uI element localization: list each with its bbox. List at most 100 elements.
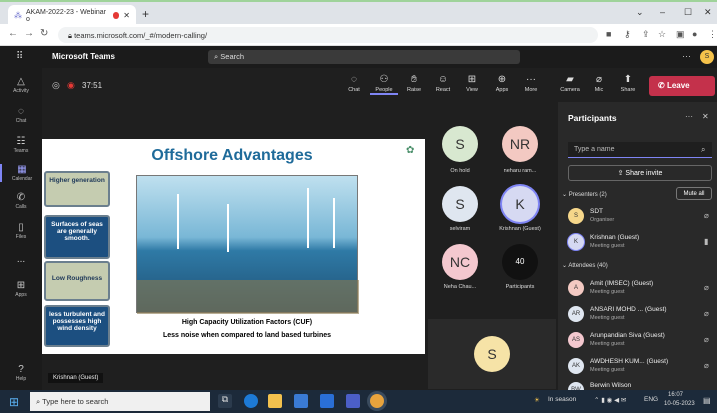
- share-icon[interactable]: ⇪: [642, 29, 650, 40]
- seabed-shape: [137, 280, 359, 314]
- camera-button[interactable]: ▰ Camera: [556, 74, 584, 93]
- new-tab-button[interactable]: +: [142, 7, 149, 21]
- close-window-button[interactable]: ✕: [704, 7, 712, 18]
- share-button[interactable]: ⬆ Share: [614, 74, 642, 93]
- react-button[interactable]: ☺ React: [429, 74, 457, 93]
- mute-all-button[interactable]: Mute all: [676, 187, 712, 200]
- participant-row[interactable]: AS Arunpandian Siva (Guest) Meeting gues…: [568, 330, 713, 354]
- app-launcher-icon[interactable]: ⠿: [16, 51, 23, 62]
- taskbar-time[interactable]: 16:07: [668, 392, 683, 398]
- rail-files[interactable]: ▯ Files: [0, 222, 42, 240]
- key-icon[interactable]: ⚷: [624, 29, 631, 40]
- bookmark-star-icon[interactable]: ☆: [658, 29, 666, 40]
- rail-label: Apps: [15, 292, 27, 298]
- chat-button[interactable]: ◌ Chat: [340, 74, 368, 93]
- menu-dots-icon[interactable]: ⋮: [708, 29, 717, 40]
- participant-row[interactable]: AR ANSARI MOHD ... (Guest) Meeting guest…: [568, 304, 713, 328]
- more-button[interactable]: ··· More: [517, 74, 545, 93]
- rail-calls[interactable]: ✆ Calls: [0, 192, 42, 210]
- participant-search-input[interactable]: Type a name: [568, 142, 712, 158]
- mail-icon[interactable]: [320, 394, 334, 408]
- participant-row-name: Krishnan (Guest): [590, 234, 640, 241]
- self-view: S: [428, 319, 556, 389]
- sidebar-icon[interactable]: ▣: [676, 29, 685, 40]
- chrome-icon[interactable]: [370, 394, 384, 408]
- teams-taskbar-icon[interactable]: [346, 394, 360, 408]
- recording-dot-icon: [112, 12, 120, 19]
- participant-row[interactable]: A Amit (IMSEC) (Guest) Meeting guest ⌀: [568, 278, 713, 302]
- rail-calendar[interactable]: ▦ Calendar: [0, 164, 42, 182]
- attendees-label: Attendees (40): [568, 263, 608, 269]
- edge-icon[interactable]: [244, 394, 258, 408]
- rail-help[interactable]: ? Help: [0, 364, 42, 382]
- mic-off-icon: ⌀: [595, 74, 603, 85]
- avatar: AS: [568, 332, 584, 348]
- participant-row-name: Berwin Wilson: [590, 382, 632, 389]
- browser-tab-strip: ⁂ AKAM-2022-23 - Webinar o ✕ + ⌄ – ☐ ✕: [0, 0, 717, 26]
- camera-indicator-icon[interactable]: ■: [606, 29, 611, 39]
- teams-search-input[interactable]: ⌕ Search: [208, 50, 520, 64]
- mic-button[interactable]: ⌀ Mic: [585, 74, 613, 93]
- participant-tile[interactable]: S: [442, 126, 478, 162]
- rail-teams[interactable]: ☷ Teams: [0, 136, 42, 154]
- rail-apps[interactable]: ⊞ Apps: [0, 280, 42, 298]
- store-icon[interactable]: [294, 394, 308, 408]
- participant-name: Krishnan (Guest): [499, 226, 541, 232]
- profile-icon[interactable]: ●: [692, 29, 697, 39]
- url-input[interactable]: 🔒︎ teams.microsoft.com/_#/modern-calling…: [58, 27, 598, 43]
- presenter-name-tag: Krishnan (Guest): [48, 373, 104, 383]
- rail-more[interactable]: ...: [0, 254, 42, 266]
- participant-row[interactable]: AK AWDHESH KUM... (Guest) Meeting guest …: [568, 356, 713, 380]
- presenters-header[interactable]: ⌄ Presenters (2): [562, 191, 607, 198]
- share-invite-label: Share invite: [625, 170, 663, 177]
- meeting-stage: Offshore Advantages ✿ Higher generation …: [42, 102, 558, 390]
- raise-hand-button[interactable]: ✋︎ Raise: [400, 74, 428, 93]
- task-view-icon[interactable]: ⧉: [218, 394, 232, 408]
- more-options-icon[interactable]: ···: [682, 51, 691, 61]
- apps-button[interactable]: ⊕ Apps: [488, 74, 516, 93]
- slide-title: Offshore Advantages: [151, 147, 313, 164]
- close-icon[interactable]: ✕: [702, 112, 709, 121]
- maximize-button[interactable]: ☐: [684, 7, 692, 18]
- rail-chat[interactable]: ◌ Chat: [0, 106, 42, 124]
- participant-tile[interactable]: K: [502, 186, 538, 222]
- file-explorer-icon[interactable]: [268, 394, 282, 408]
- participant-row-name: Amit (IMSEC) (Guest): [590, 280, 654, 287]
- minimize-button[interactable]: –: [660, 7, 665, 17]
- participant-row[interactable]: BW Berwin Wilson: [568, 380, 713, 390]
- language-indicator[interactable]: ENG: [644, 396, 658, 403]
- browser-tab[interactable]: ⁂ AKAM-2022-23 - Webinar o ✕: [8, 5, 136, 26]
- tray-icons[interactable]: ⌃ ▮ ◉ ◀ ✉: [594, 396, 626, 404]
- windows-start-icon[interactable]: ⊞: [9, 395, 19, 409]
- avatar: S: [568, 208, 584, 224]
- participant-tile[interactable]: S: [442, 186, 478, 222]
- address-bar-row: ← → ↻ 🔒︎ teams.microsoft.com/_#/modern-c…: [0, 24, 717, 46]
- participant-row[interactable]: K Krishnan (Guest) Meeting guest ▮: [568, 232, 713, 256]
- phone-icon: ✆: [16, 192, 26, 203]
- participant-count-tile[interactable]: 40: [502, 244, 538, 280]
- mic-on-icon: ▮: [704, 237, 709, 246]
- participant-tile[interactable]: NC: [442, 244, 478, 280]
- back-icon[interactable]: ←: [8, 28, 18, 39]
- attendees-header[interactable]: ⌄ Attendees (40): [562, 262, 608, 269]
- avatar: K: [568, 234, 584, 250]
- participant-tile[interactable]: NR: [502, 126, 538, 162]
- forward-icon[interactable]: →: [24, 28, 34, 39]
- user-avatar[interactable]: S: [700, 50, 714, 64]
- reload-icon[interactable]: ↻: [40, 28, 48, 39]
- more-options-icon[interactable]: ···: [685, 112, 693, 121]
- share-invite-button[interactable]: ⇪ Share invite: [568, 165, 712, 181]
- tab-search-icon[interactable]: ⌄: [636, 7, 644, 18]
- self-avatar: S: [474, 336, 510, 372]
- view-button[interactable]: ⊞ View: [458, 74, 486, 93]
- rail-activity[interactable]: △ Activity: [0, 76, 42, 94]
- weather-text[interactable]: In season: [548, 396, 576, 403]
- taskbar-search-input[interactable]: ⌕ Type here to search: [30, 392, 210, 411]
- participant-row[interactable]: S SDT Organiser ⌀: [568, 206, 713, 230]
- toolbar-label: People: [375, 87, 393, 93]
- leave-button[interactable]: ✆ Leave: [649, 76, 715, 96]
- notification-icon[interactable]: ▤: [703, 396, 711, 405]
- people-button[interactable]: ⚇ People: [370, 74, 398, 95]
- tab-close-icon[interactable]: ✕: [123, 11, 130, 20]
- taskbar-date[interactable]: 10-05-2023: [664, 401, 695, 407]
